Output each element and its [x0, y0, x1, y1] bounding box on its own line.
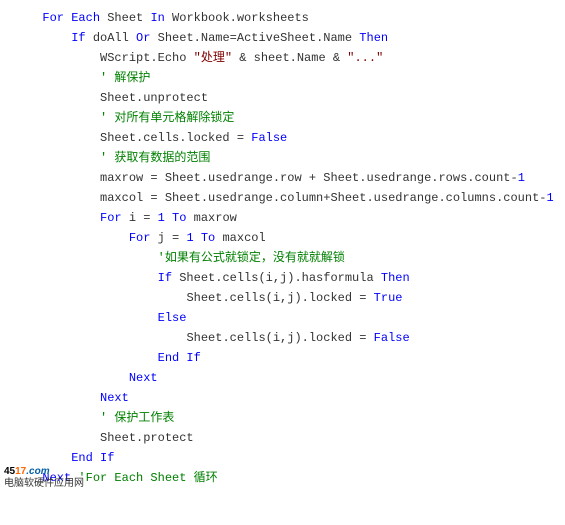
code-line: End If [28, 348, 565, 368]
code-line: If Sheet.cells(i,j).hasformula Then [28, 268, 565, 288]
code-line: ' 解保护 [28, 68, 565, 88]
code-line: Else [28, 308, 565, 328]
code-line: For Each Sheet In Workbook.worksheets [28, 8, 565, 28]
code-line: Sheet.unprotect [28, 88, 565, 108]
code-line: Next 'For Each Sheet 循环 [28, 468, 565, 488]
code-line: Next [28, 368, 565, 388]
code-line: Sheet.cells(i,j).locked = True [28, 288, 565, 308]
code-line: maxrow = Sheet.usedrange.row + Sheet.use… [28, 168, 565, 188]
code-line: End If [28, 448, 565, 468]
code-line: maxcol = Sheet.usedrange.column+Sheet.us… [28, 188, 565, 208]
code-line: '如果有公式就锁定，没有就就解锁 [28, 248, 565, 268]
code-line: For i = 1 To maxrow [28, 208, 565, 228]
code-line: ' 对所有单元格解除锁定 [28, 108, 565, 128]
code-line: WScript.Echo "处理" & sheet.Name & "..." [28, 48, 565, 68]
code-line: Sheet.cells(i,j).locked = False [28, 328, 565, 348]
code-line: For j = 1 To maxcol [28, 228, 565, 248]
code-line: Sheet.cells.locked = False [28, 128, 565, 148]
code-line: Next [28, 388, 565, 408]
code-line: ' 获取有数据的范围 [28, 148, 565, 168]
code-line: If doAll Or Sheet.Name=ActiveSheet.Name … [28, 28, 565, 48]
code-line: ' 保护工作表 [28, 408, 565, 428]
code-line: Sheet.protect [28, 428, 565, 448]
